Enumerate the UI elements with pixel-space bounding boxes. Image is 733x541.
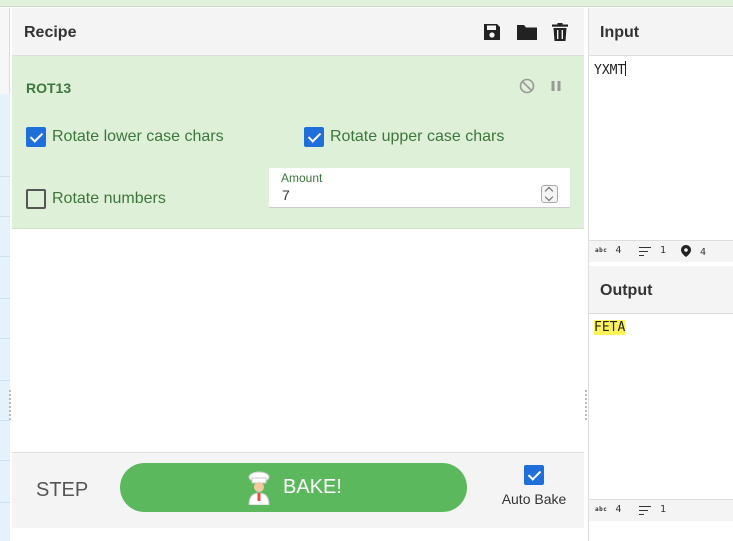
io-panel: Input YXMT abc 4 1 4 Output FETA abc 4 1 xyxy=(588,8,733,541)
output-textarea[interactable]: FETA xyxy=(594,320,626,335)
recipe-header: Recipe xyxy=(12,8,584,56)
list-divider xyxy=(0,298,10,299)
location-pin-icon xyxy=(681,245,691,260)
rotate-numbers-checkbox-row[interactable]: Rotate numbers xyxy=(26,188,166,210)
auto-bake-toggle[interactable]: Auto Bake xyxy=(498,465,570,507)
output-text: FETA xyxy=(594,320,626,335)
text-caret xyxy=(625,61,627,76)
app-root: Recipe ROT13 Rotate lower case chars Rot… xyxy=(0,0,733,541)
lines-icon xyxy=(639,246,651,257)
recipe-panel: Recipe ROT13 Rotate lower case chars Rot… xyxy=(12,8,584,541)
output-length-stat: abc 4 xyxy=(595,504,621,515)
lines-icon xyxy=(639,505,651,516)
output-status-bar: abc 4 1 xyxy=(589,499,733,521)
list-divider xyxy=(0,420,10,421)
list-divider xyxy=(0,380,10,381)
input-title: Input xyxy=(600,24,640,41)
list-divider xyxy=(0,502,10,503)
list-divider xyxy=(0,460,10,461)
input-lines-value: 1 xyxy=(660,245,667,256)
pause-icon[interactable] xyxy=(548,78,564,94)
disable-icon[interactable] xyxy=(519,78,535,94)
input-lines-stat: 1 xyxy=(639,245,667,257)
operation-name: ROT13 xyxy=(26,80,72,96)
auto-bake-label: Auto Bake xyxy=(501,491,567,507)
output-lines-value: 1 xyxy=(660,504,667,515)
bake-label: BAKE! xyxy=(283,476,342,498)
resize-gutter-left[interactable] xyxy=(9,390,11,420)
rotate-upper-checkbox-row[interactable]: Rotate upper case chars xyxy=(304,126,504,148)
save-icon[interactable] xyxy=(482,22,502,42)
amount-input[interactable]: Amount 7 xyxy=(269,168,570,208)
input-length-value: 4 xyxy=(615,245,622,256)
list-divider xyxy=(0,216,10,217)
output-length-value: 4 xyxy=(615,504,622,515)
list-divider xyxy=(0,338,10,339)
length-icon: abc xyxy=(595,506,608,513)
rotate-lower-label: Rotate lower case chars xyxy=(52,128,224,145)
input-header: Input xyxy=(589,8,733,56)
bake-bar: STEP BAKE! Auto Bake xyxy=(12,452,584,528)
operations-list-edge xyxy=(0,94,10,541)
output-lines-stat: 1 xyxy=(639,504,667,516)
rotate-lower-checkbox[interactable] xyxy=(26,127,46,147)
input-position-stat: 4 xyxy=(681,245,706,260)
amount-stepper[interactable] xyxy=(541,185,558,203)
folder-icon[interactable] xyxy=(516,22,537,42)
rotate-upper-checkbox[interactable] xyxy=(304,127,324,147)
amount-value[interactable]: 7 xyxy=(282,187,290,203)
top-banner-strip xyxy=(0,0,733,7)
input-position-value: 4 xyxy=(700,247,707,258)
input-length-stat: abc 4 xyxy=(595,245,621,256)
input-status-bar: abc 4 1 4 xyxy=(589,240,733,262)
output-title: Output xyxy=(600,282,653,299)
bake-button[interactable]: BAKE! xyxy=(120,463,467,512)
operation-rot13[interactable]: ROT13 Rotate lower case chars Rotate upp… xyxy=(12,56,584,229)
input-textarea[interactable]: YXMT xyxy=(594,61,627,78)
operations-panel-edge xyxy=(0,8,10,541)
chef-icon xyxy=(245,471,273,505)
rotate-numbers-label: Rotate numbers xyxy=(52,190,166,207)
output-header: Output xyxy=(589,266,733,314)
amount-label: Amount xyxy=(281,171,323,185)
rotate-lower-checkbox-row[interactable]: Rotate lower case chars xyxy=(26,126,224,148)
list-divider xyxy=(0,256,10,257)
auto-bake-checkbox[interactable] xyxy=(524,465,544,485)
trash-icon[interactable] xyxy=(550,22,570,42)
list-divider xyxy=(0,176,10,177)
rotate-numbers-checkbox[interactable] xyxy=(26,189,46,209)
input-text: YXMT xyxy=(594,63,626,78)
resize-gutter-right[interactable] xyxy=(585,390,587,420)
rotate-upper-label: Rotate upper case chars xyxy=(330,128,505,145)
recipe-title: Recipe xyxy=(24,24,77,41)
length-icon: abc xyxy=(595,247,608,254)
step-button[interactable]: STEP xyxy=(36,479,88,502)
